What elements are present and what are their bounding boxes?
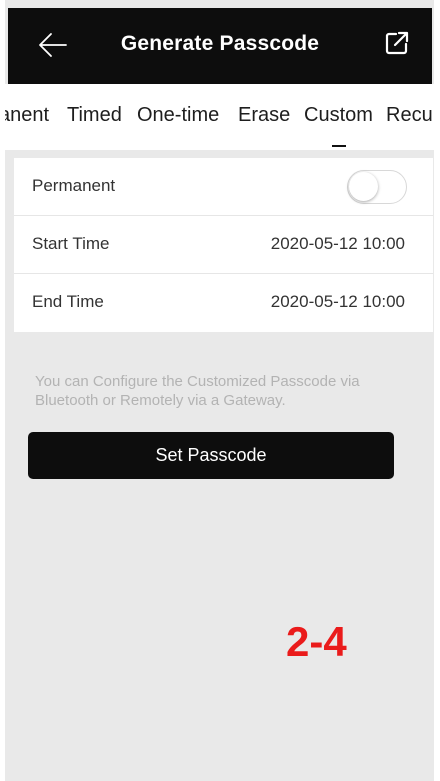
tab-custom[interactable]: Custom	[304, 104, 373, 127]
end-time-row[interactable]: End Time 2020-05-12 10:00	[14, 274, 433, 332]
tab-erase[interactable]: Erase	[238, 104, 290, 127]
configuration-hint: You can Configure the Customized Passcod…	[35, 373, 360, 409]
active-tab-indicator	[332, 145, 346, 147]
set-passcode-button[interactable]: Set Passcode	[28, 432, 394, 479]
page-title: Generate Passcode	[120, 32, 320, 55]
start-time-value[interactable]: 2020-05-12 10:00	[271, 234, 405, 254]
end-time-label: End Time	[32, 292, 104, 311]
tab-recurring[interactable]: Recu	[386, 104, 433, 127]
end-time-value[interactable]: 2020-05-12 10:00	[271, 292, 405, 312]
passcode-settings-card: Permanent Start Time 2020-05-12 10:00 En…	[14, 158, 433, 332]
top-bar: Generate Passcode	[8, 8, 432, 84]
start-time-label: Start Time	[32, 234, 110, 253]
permanent-label: Permanent	[32, 176, 116, 195]
screen-edge-right	[434, 0, 440, 781]
external-link-icon[interactable]	[384, 30, 410, 56]
permanent-toggle[interactable]	[347, 170, 407, 204]
tab-permanent[interactable]: anent	[5, 104, 49, 127]
passcode-type-tabs: anent Timed One-time Erase Custom Recu	[5, 84, 434, 150]
app-screen: Generate Passcode anent Timed One-time E…	[0, 0, 440, 781]
tab-timed[interactable]: Timed	[67, 104, 122, 127]
tab-one-time[interactable]: One-time	[137, 104, 219, 127]
permanent-row: Permanent	[14, 158, 433, 216]
step-annotation: 2-4	[286, 618, 347, 665]
start-time-row[interactable]: Start Time 2020-05-12 10:00	[14, 216, 433, 274]
toggle-knob	[349, 172, 378, 201]
